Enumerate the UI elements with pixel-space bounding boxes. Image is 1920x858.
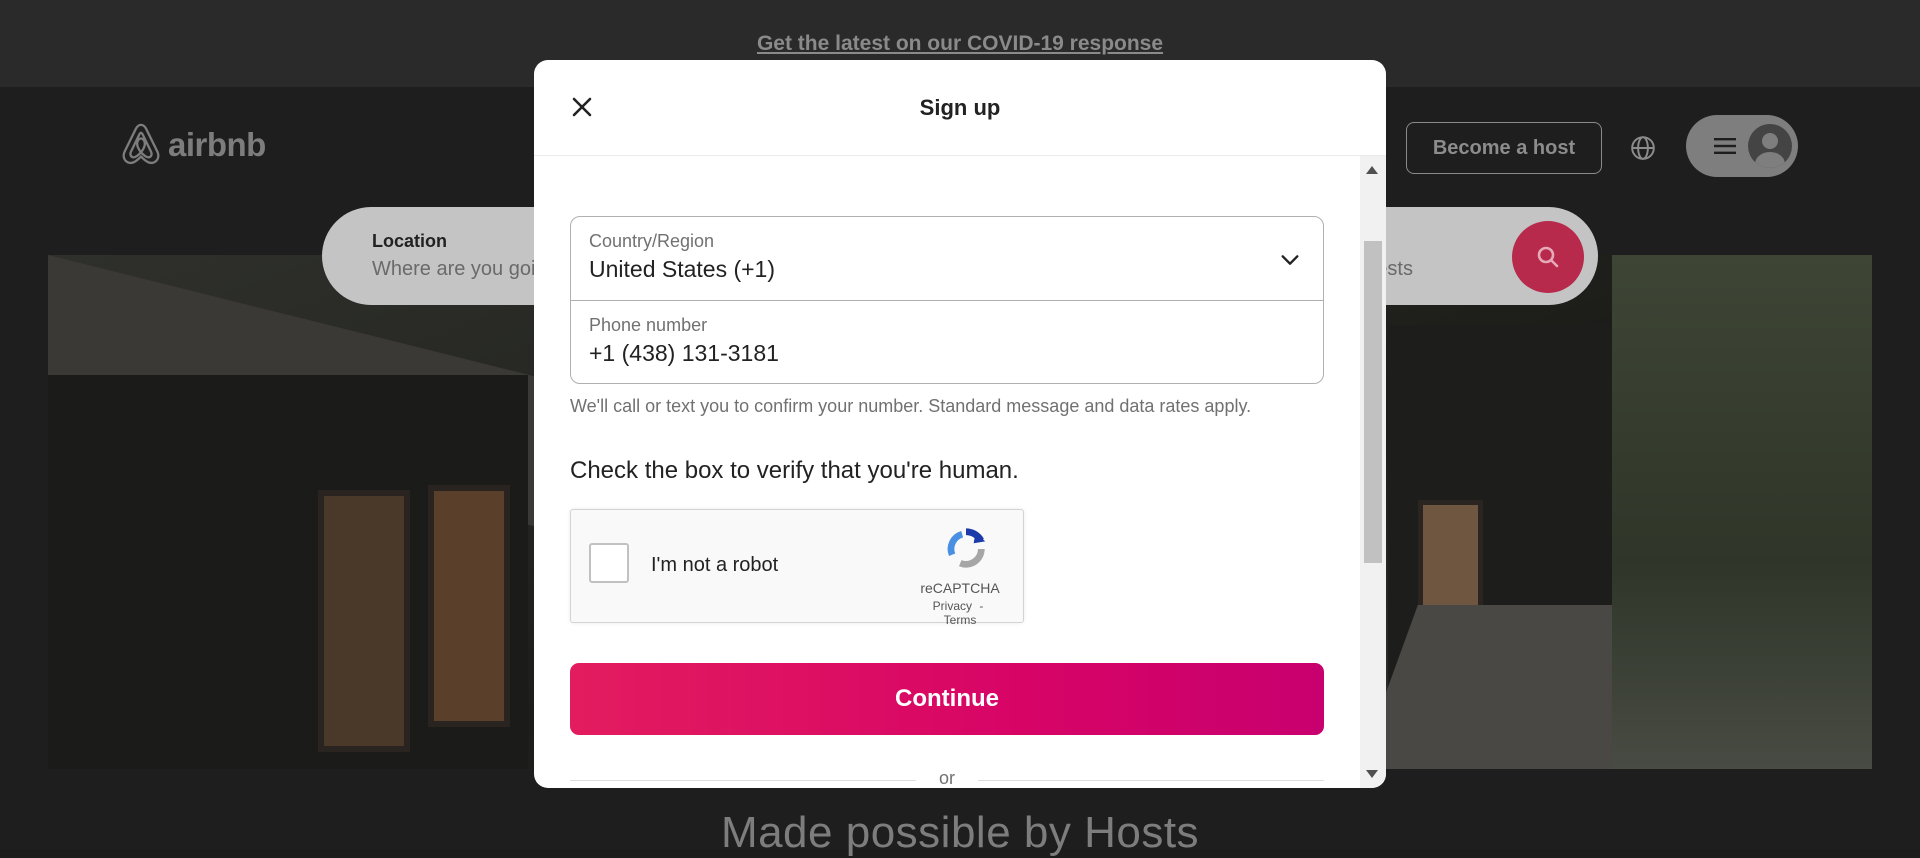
hero-door <box>318 490 410 752</box>
hero-door <box>428 485 510 727</box>
modal-scrollbar[interactable] <box>1360 156 1386 788</box>
country-region-select[interactable]: Country/Region United States (+1) <box>571 217 1323 301</box>
covid-response-link[interactable]: Get the latest on our COVID-19 response <box>757 32 1163 56</box>
recaptcha-brand: reCAPTCHA <box>920 580 1000 596</box>
scroll-down-arrow-icon[interactable] <box>1366 770 1378 778</box>
recaptcha-privacy-link[interactable]: Privacy <box>933 599 972 613</box>
recaptcha-terms-link[interactable]: Terms <box>944 613 977 627</box>
close-icon[interactable] <box>570 95 594 119</box>
scroll-up-arrow-icon[interactable] <box>1366 166 1378 174</box>
modal-body: Country/Region United States (+1) Phone … <box>534 156 1360 788</box>
recaptcha-separator: - <box>979 599 984 613</box>
globe-icon[interactable] <box>1630 135 1656 161</box>
continue-button[interactable]: Continue <box>570 663 1324 735</box>
hero-trees <box>1612 255 1872 769</box>
recaptcha-logo-icon <box>947 528 986 568</box>
country-region-label: Country/Region <box>589 231 715 251</box>
scroll-thumb[interactable] <box>1364 241 1382 563</box>
verify-heading: Check the box to verify that you're huma… <box>570 457 1019 484</box>
recaptcha-label: I'm not a robot <box>651 554 779 576</box>
airbnb-wordmark: airbnb <box>168 126 266 163</box>
phone-hint: We'll call or text you to confirm your n… <box>570 396 1252 416</box>
phone-number-value[interactable]: +1 (438) 131-3181 <box>589 340 1305 367</box>
chevron-down-icon <box>1281 255 1299 265</box>
location-label: Location <box>372 231 447 251</box>
profile-menu-button[interactable] <box>1686 115 1798 177</box>
recaptcha-widget: I'm not a robot reCAPTCHA Privacy - Term… <box>570 509 1024 627</box>
or-text: or <box>938 768 955 788</box>
become-host-button[interactable]: Become a host <box>1406 122 1602 174</box>
signup-modal: Sign up Country/Region United States (+1… <box>534 60 1386 788</box>
country-region-value: United States (+1) <box>589 256 776 282</box>
recaptcha-links: Privacy - Terms <box>915 599 1005 627</box>
search-button[interactable] <box>1512 221 1584 293</box>
or-divider: or <box>570 768 1324 788</box>
phone-number-field[interactable]: Phone number +1 (438) 131-3181 <box>571 301 1323 385</box>
modal-header: Sign up <box>534 60 1386 156</box>
hamburger-menu-icon <box>1714 138 1736 154</box>
hero-caption: Made possible by Hosts <box>720 808 1200 857</box>
search-icon <box>1537 246 1559 268</box>
phone-number-label: Phone number <box>589 315 708 335</box>
user-avatar-icon <box>1748 124 1792 168</box>
recaptcha-checkbox[interactable] <box>589 543 629 583</box>
phone-form-group: Country/Region United States (+1) Phone … <box>570 216 1324 384</box>
airbnb-belo-icon <box>122 123 160 165</box>
airbnb-logo[interactable]: airbnb <box>118 121 266 169</box>
modal-title: Sign up <box>919 94 1001 120</box>
